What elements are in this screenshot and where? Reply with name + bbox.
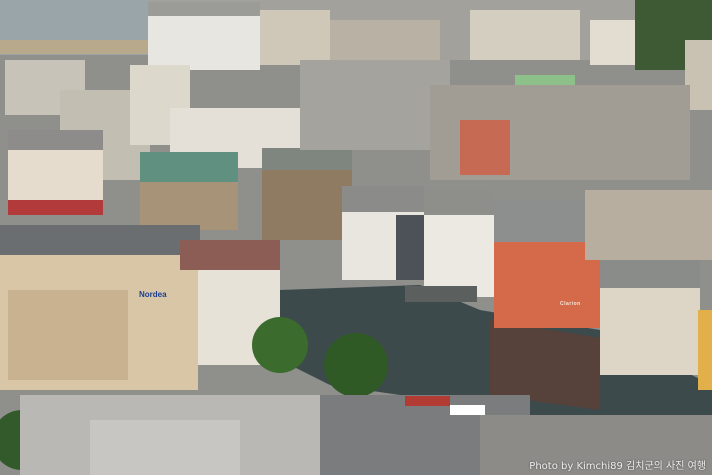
- boat-red: [405, 396, 450, 406]
- photo-watermark: Photo by Kimchi89 김치군의 사진 여행: [529, 461, 706, 472]
- white-corner-roof: [180, 240, 280, 270]
- photo-scene: [0, 0, 712, 475]
- white-house-canal-2-roof: [424, 190, 494, 215]
- tree-center-a: [252, 317, 308, 373]
- building-top-mid: [260, 10, 330, 65]
- stone-building-roof: [262, 148, 352, 170]
- center-roofs: [300, 60, 450, 150]
- building-lower-left: [0, 225, 200, 255]
- red-house-mid: [460, 120, 510, 175]
- boat-white: [450, 405, 485, 415]
- white-house-canal-2: [424, 205, 494, 297]
- office-windows-band: [8, 290, 128, 380]
- dark-house-canal: [396, 215, 426, 280]
- pink-house-roof: [8, 130, 103, 150]
- building-top-right: [470, 10, 580, 60]
- tree-center-b: [324, 333, 388, 397]
- grey-roof-bottom: [90, 420, 240, 475]
- white-house-canal-1-roof: [342, 186, 424, 212]
- roof-row-top: [148, 2, 260, 16]
- building-top-far-right: [590, 20, 640, 65]
- green-roof: [140, 152, 238, 182]
- house-right-edge: [698, 310, 712, 390]
- boat-grey: [405, 286, 477, 302]
- quay-top: [0, 40, 150, 54]
- pink-house-band: [8, 200, 103, 215]
- houses-right-mid: [585, 190, 712, 260]
- clarion-sign: Clarion: [560, 301, 581, 307]
- nordea-sign: Nordea: [139, 290, 167, 299]
